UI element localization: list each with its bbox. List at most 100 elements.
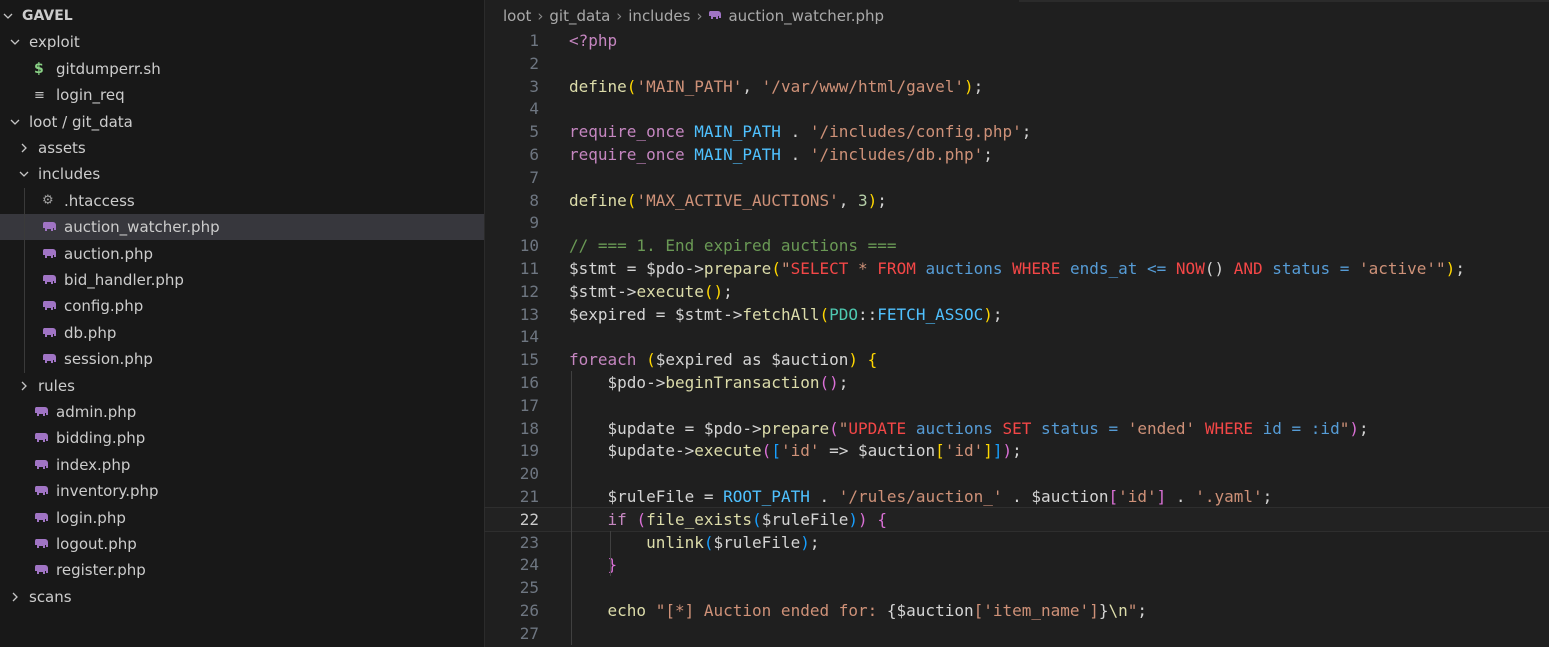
tree-file[interactable]: auction.php (0, 241, 484, 267)
code-line[interactable]: 6 require_once MAIN_PATH . '/includes/db.… (485, 143, 1549, 166)
breadcrumb-item-includes[interactable]: includes (628, 7, 690, 25)
code-token: -> (674, 441, 695, 461)
code-line[interactable]: 16 $pdo->beginTransaction(); (485, 371, 1549, 394)
tree-folder[interactable]: loot / git_data (0, 109, 484, 135)
code-line[interactable]: 9 (485, 211, 1549, 234)
tree-item-label: inventory.php (56, 482, 159, 501)
code-token: ; (1137, 601, 1148, 620)
code-token: execute (694, 441, 762, 461)
tree-file[interactable]: bid_handler.php (0, 267, 484, 293)
code-token: ( (636, 509, 647, 529)
code-line[interactable]: 10 // === 1. End expired auctions === (485, 234, 1549, 257)
code-token: ( (703, 281, 714, 301)
tree-file[interactable]: config.php (0, 293, 484, 319)
code-line[interactable]: 3 define('MAIN_PATH', '/var/www/html/gave… (485, 75, 1549, 98)
code-line[interactable]: 17 (485, 394, 1549, 417)
explorer-root[interactable]: GAVEL (0, 3, 484, 29)
explorer-sidebar: GAVEL exploit $ gitdumperr.sh ≡ login_req loot… (0, 0, 485, 647)
code-line[interactable]: 5 require_once MAIN_PATH . '/includes/con… (485, 120, 1549, 143)
code-editor[interactable]: loot › git_data › includes › auction_wat… (484, 0, 1549, 647)
code-token: ] (983, 441, 993, 461)
code-line[interactable]: 24 } (485, 553, 1549, 576)
line-number: 26 (519, 601, 539, 620)
tree-file[interactable]: bidding.php (0, 425, 484, 451)
code-token: ( (819, 373, 830, 392)
tree-file[interactable]: ≡ login_req (0, 82, 484, 108)
php-elephant-icon (708, 7, 722, 25)
chevron-down-icon (9, 116, 23, 128)
code-token: WHERE (1012, 259, 1061, 278)
breadcrumb-item-file[interactable]: auction_watcher.php (728, 7, 884, 25)
code-token: { (886, 601, 897, 620)
breadcrumb-item-git-data[interactable]: git_data (549, 7, 610, 25)
code-token: " (1339, 418, 1350, 438)
code-token: = (617, 259, 647, 278)
code-token: ) (800, 532, 810, 552)
code-line[interactable]: 21 $ruleFile = ROOT_PATH . '/rules/aucti… (485, 485, 1549, 508)
code-text: unlink($ruleFile); (569, 531, 819, 554)
code-line[interactable]: 12 $stmt->execute(); (485, 280, 1549, 303)
tree-item-label: assets (38, 139, 86, 157)
line-number: 5 (529, 122, 539, 142)
tree-file[interactable]: session.php (0, 346, 484, 372)
php-elephant-icon (34, 512, 54, 524)
tree-item-label: gitdumperr.sh (56, 59, 161, 78)
tree-folder[interactable]: scans (0, 584, 484, 610)
tree-file[interactable]: auction_watcher.php (0, 214, 484, 241)
code-line[interactable]: 25 (485, 576, 1549, 599)
code-token: -> (646, 373, 666, 392)
code-token: :: (858, 304, 878, 324)
line-number: 13 (519, 304, 539, 324)
code-line[interactable]: 2 (485, 52, 1549, 75)
code-token: beginTransaction (665, 373, 820, 392)
indent-guide (610, 530, 611, 577)
code-line[interactable]: 8 define('MAX_ACTIVE_AUCTIONS', 3); (485, 189, 1549, 212)
line-number: 21 (519, 487, 539, 506)
code-token: WHERE (1204, 418, 1253, 438)
tree-file[interactable]: $ gitdumperr.sh (0, 56, 484, 82)
tree-file[interactable]: inventory.php (0, 478, 484, 504)
breadcrumb-item-loot[interactable]: loot (503, 7, 531, 25)
tree-item-label: includes (38, 165, 101, 184)
code-line[interactable]: 15 foreach ($expired as $auction) { (485, 348, 1549, 371)
code-token: $auction (896, 601, 974, 620)
tree-file[interactable]: register.php (0, 557, 484, 583)
line-number: 19 (519, 441, 539, 461)
tree-folder[interactable]: exploit (0, 29, 484, 55)
tree-file[interactable]: index.php (0, 452, 484, 478)
code-token: () (1204, 259, 1234, 278)
tree-folder[interactable]: rules (0, 373, 484, 399)
code-line[interactable]: 1 <?php (485, 29, 1549, 52)
code-token: ) (713, 281, 724, 301)
tree-file[interactable]: admin.php (0, 399, 484, 425)
tree-folder[interactable]: assets (0, 135, 484, 161)
code-line[interactable]: 20 (485, 462, 1549, 485)
code-line[interactable]: 18 $update = $pdo->prepare("UPDATE aucti… (485, 417, 1549, 440)
code-line[interactable]: 22 if (file_exists($ruleFile)) { (484, 506, 1549, 532)
tree-folder[interactable]: includes (0, 161, 484, 187)
code-token: } (607, 555, 618, 575)
tree-file[interactable]: login.php (0, 505, 484, 531)
tree-file[interactable]: logout.php (0, 531, 484, 557)
tree-file[interactable]: ⚙ .htaccess (0, 188, 484, 214)
code-token: ; (809, 532, 820, 552)
php-elephant-icon (42, 221, 62, 233)
code-line[interactable]: 11 $stmt = $pdo->prepare("SELECT * FROM a… (485, 257, 1549, 280)
tree-item-label: admin.php (56, 403, 137, 421)
code-line[interactable]: 26 echo "[*] Auction ended for: {$auctio… (485, 599, 1549, 622)
code-token: ROOT_PATH (723, 487, 810, 506)
code-line[interactable]: 27 (485, 622, 1549, 645)
code-token: . (1002, 487, 1032, 506)
code-line[interactable]: 13 $expired = $stmt->fetchAll(PDO::FETCH_… (485, 303, 1549, 326)
line-number: 18 (519, 418, 539, 438)
code-line[interactable]: 4 (485, 97, 1549, 120)
code-line[interactable]: 14 (485, 325, 1549, 348)
tree-file[interactable]: db.php (0, 320, 484, 346)
code-token: " (1127, 601, 1138, 620)
code-line[interactable]: 19 $update->execute(['id' => $auction['i… (485, 439, 1549, 462)
code-token: . (780, 145, 810, 164)
code-line[interactable]: 7 (485, 166, 1549, 189)
code-line[interactable]: 23 unlink($ruleFile); (485, 531, 1549, 554)
line-number: 14 (519, 327, 539, 347)
